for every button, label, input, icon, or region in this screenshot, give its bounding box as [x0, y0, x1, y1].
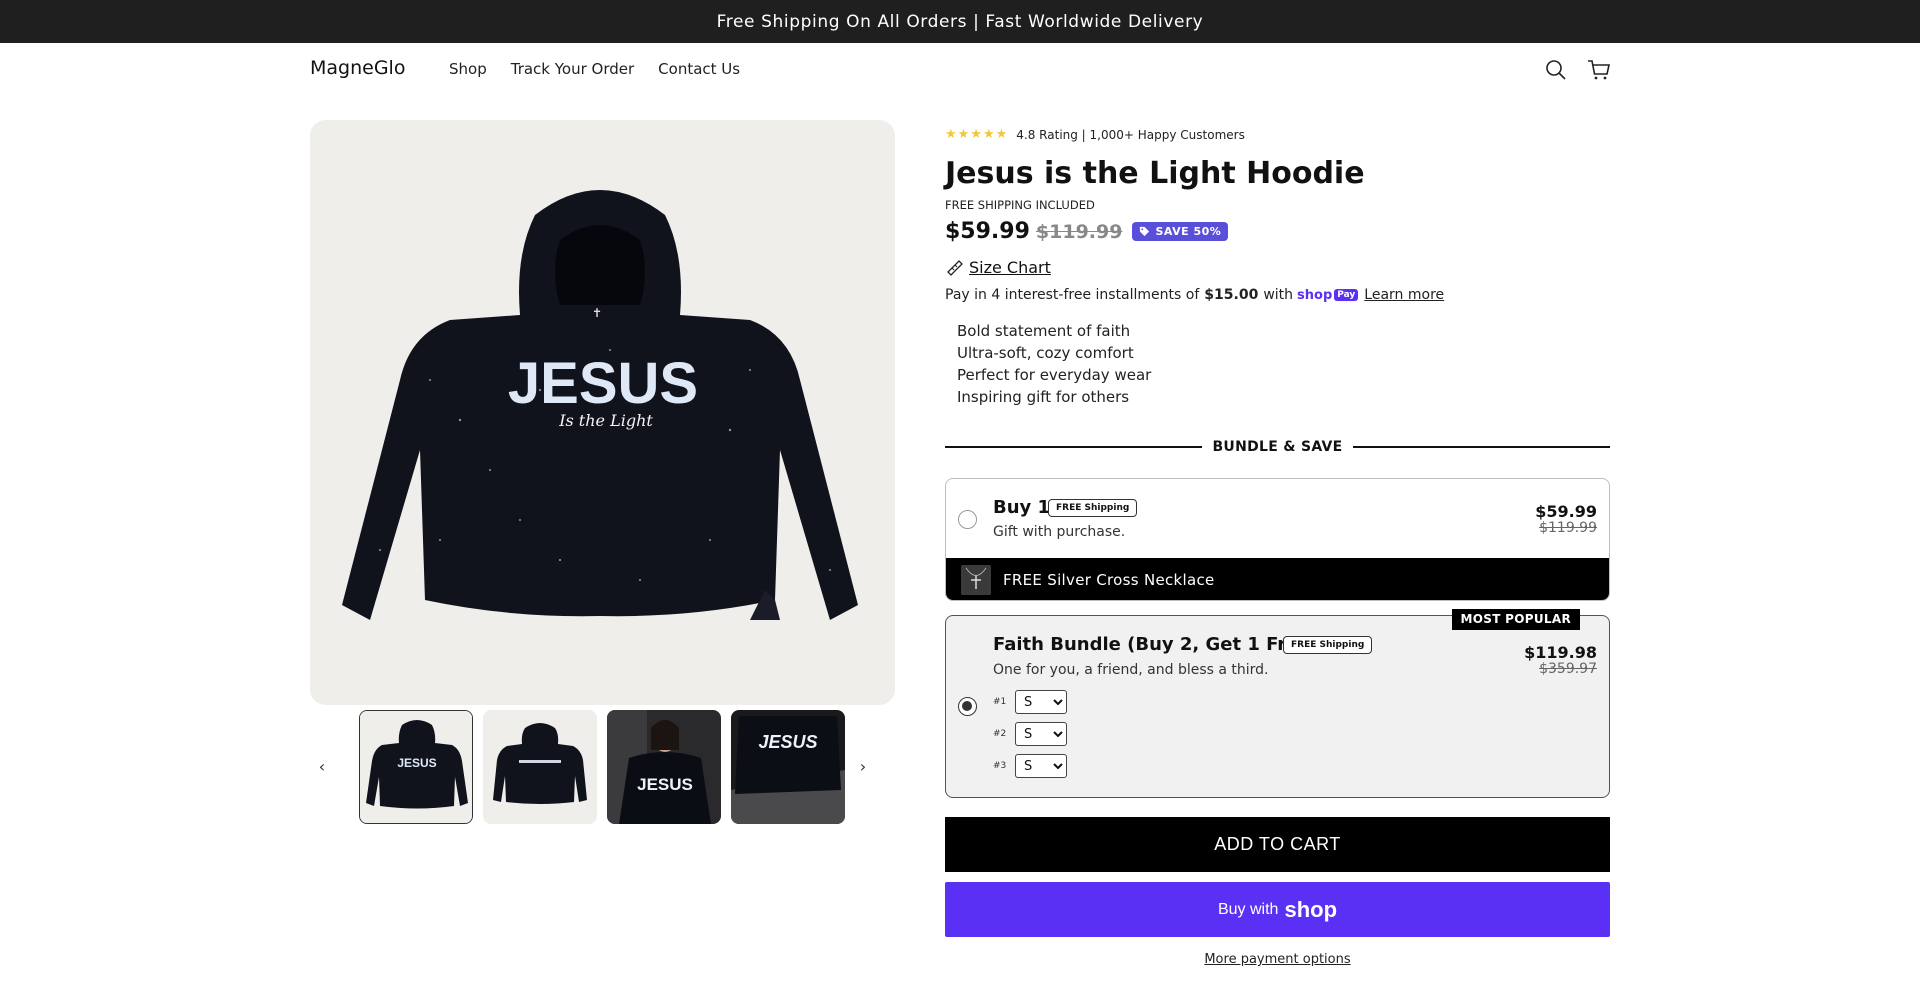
- buy-with-label: Buy with: [1217, 900, 1279, 918]
- svg-text:JESUS: JESUS: [397, 756, 436, 770]
- product-title: Jesus is the Light Hoodie: [945, 156, 1365, 191]
- svg-text:✝: ✝: [592, 306, 602, 320]
- more-payment-options-link[interactable]: More payment options: [1204, 952, 1350, 967]
- offer-1-radio[interactable]: [958, 510, 977, 529]
- buy-with-shop-button[interactable]: Buy with shop: [945, 882, 1610, 937]
- size-selector-row: #3 S: [993, 754, 1067, 778]
- announcement-text: Free Shipping On All Orders | Fast World…: [716, 11, 1204, 32]
- svg-text:JESUS: JESUS: [637, 775, 693, 794]
- thumbnail-strip: ‹ JESUS JESUS JESUS ›: [310, 710, 895, 825]
- thumbnail-2[interactable]: [483, 710, 597, 824]
- rating-text: 4.8 Rating | 1,000+ Happy Customers: [1016, 127, 1245, 142]
- offer-2-subtitle: One for you, a friend, and bless a third…: [993, 662, 1269, 678]
- divider: [1352, 446, 1610, 448]
- size-select-3[interactable]: S: [1015, 754, 1067, 778]
- offer-1-title: Buy 1: [993, 497, 1051, 518]
- offer-buy-1[interactable]: Buy 1 FREE Shipping Gift with purchase. …: [945, 478, 1610, 601]
- size-selector-row: #1 S: [993, 690, 1067, 714]
- selector-number: #1: [993, 697, 1007, 707]
- logo[interactable]: MagneGlo: [310, 57, 405, 79]
- hoodie-print-text: JESUS: [508, 351, 698, 416]
- nav-shop[interactable]: Shop: [449, 60, 487, 78]
- offer-2-shipping-chip: FREE Shipping: [1283, 636, 1373, 654]
- thumbnail-1[interactable]: JESUS: [359, 710, 473, 824]
- size-chart-link[interactable]: Size Chart: [945, 257, 1051, 277]
- svg-text:JESUS: JESUS: [758, 732, 817, 752]
- offer-2-radio[interactable]: [958, 697, 977, 716]
- learn-more-link[interactable]: Learn more: [1364, 287, 1444, 303]
- product-main-image[interactable]: JESUS Is the Light ✝: [310, 120, 895, 705]
- shoppay-logo-icon: shop Pay: [1297, 288, 1359, 303]
- save-badge-label: SAVE 50%: [1155, 225, 1222, 238]
- installments-amount: $15.00: [1204, 287, 1259, 303]
- hoodie-print-subtext: Is the Light: [558, 411, 653, 430]
- thumbnail-4[interactable]: JESUS: [731, 710, 845, 824]
- offer-2-compare-price: $359.97: [1539, 661, 1597, 677]
- offer-2-title: Faith Bundle (Buy 2, Get 1 Free): [993, 634, 1319, 655]
- rating-row: ★★★★★ 4.8 Rating | 1,000+ Happy Customer…: [945, 127, 1245, 142]
- offer-1-shipping-chip: FREE Shipping: [1048, 499, 1138, 517]
- nav-contact[interactable]: Contact Us: [658, 60, 740, 78]
- search-icon[interactable]: [1543, 57, 1569, 83]
- offer-1-compare-price: $119.99: [1539, 520, 1597, 536]
- product-price: $59.99: [945, 219, 1030, 244]
- feature-item: Ultra-soft, cozy comfort: [957, 344, 1134, 362]
- selector-number: #2: [993, 729, 1007, 739]
- installments-row: Pay in 4 interest-free installments of $…: [945, 287, 1444, 303]
- feature-item: Bold statement of faith: [957, 322, 1131, 340]
- most-popular-badge: MOST POPULAR: [1451, 609, 1580, 630]
- price-row: $59.99 $119.99 SAVE 50%: [945, 219, 1229, 244]
- shipping-note: FREE SHIPPING INCLUDED: [945, 198, 1095, 212]
- size-select-2[interactable]: S: [1015, 722, 1067, 746]
- offer-1-subtitle: Gift with purchase.: [993, 524, 1126, 540]
- divider: [945, 446, 1203, 448]
- announcement-bar: Free Shipping On All Orders | Fast World…: [0, 0, 1920, 43]
- feature-list: Bold statement of faith Ultra-soft, cozy…: [957, 320, 1151, 408]
- feature-item: Perfect for everyday wear: [957, 366, 1152, 384]
- bundle-heading-label: BUNDLE & SAVE: [1212, 439, 1343, 455]
- nav-track-order[interactable]: Track Your Order: [511, 60, 634, 78]
- tag-icon: [1140, 226, 1150, 237]
- thumbnail-3[interactable]: JESUS: [607, 710, 721, 824]
- necklace-image: [961, 564, 991, 595]
- offer-1-price: $59.99: [1535, 502, 1597, 521]
- offer-faith-bundle[interactable]: MOST POPULAR Faith Bundle (Buy 2, Get 1 …: [945, 609, 1610, 798]
- compare-price: $119.99: [1035, 220, 1123, 243]
- site-header: MagneGlo Shop Track Your Order Contact U…: [0, 43, 1920, 98]
- size-selector-row: #2 S: [993, 722, 1067, 746]
- more-payment-options: More payment options: [945, 952, 1610, 967]
- offer-2-price: $119.98: [1524, 643, 1597, 662]
- installments-prefix: Pay in 4 interest-free installments of: [945, 287, 1200, 303]
- thumb-prev-arrow[interactable]: ‹: [310, 754, 334, 778]
- main-nav: Shop Track Your Order Contact Us: [449, 60, 764, 78]
- bundle-heading: BUNDLE & SAVE: [945, 437, 1610, 457]
- add-to-cart-button[interactable]: ADD TO CART: [945, 817, 1610, 872]
- cart-icon[interactable]: [1586, 57, 1612, 83]
- installments-with: with: [1263, 287, 1294, 303]
- feature-item: Inspiring gift for others: [957, 388, 1130, 406]
- shop-logo-icon: shop: [1284, 896, 1338, 922]
- gift-text: FREE Silver Cross Necklace: [1003, 570, 1215, 589]
- gift-banner: FREE Silver Cross Necklace: [946, 558, 1609, 600]
- size-select-1[interactable]: S: [1015, 690, 1067, 714]
- thumb-next-arrow[interactable]: ›: [851, 754, 875, 778]
- star-rating-icon: ★★★★★: [945, 127, 1009, 142]
- size-chart-label: Size Chart: [969, 257, 1051, 277]
- selector-number: #3: [993, 761, 1007, 771]
- ruler-icon: [947, 260, 963, 276]
- save-badge: SAVE 50%: [1132, 222, 1229, 241]
